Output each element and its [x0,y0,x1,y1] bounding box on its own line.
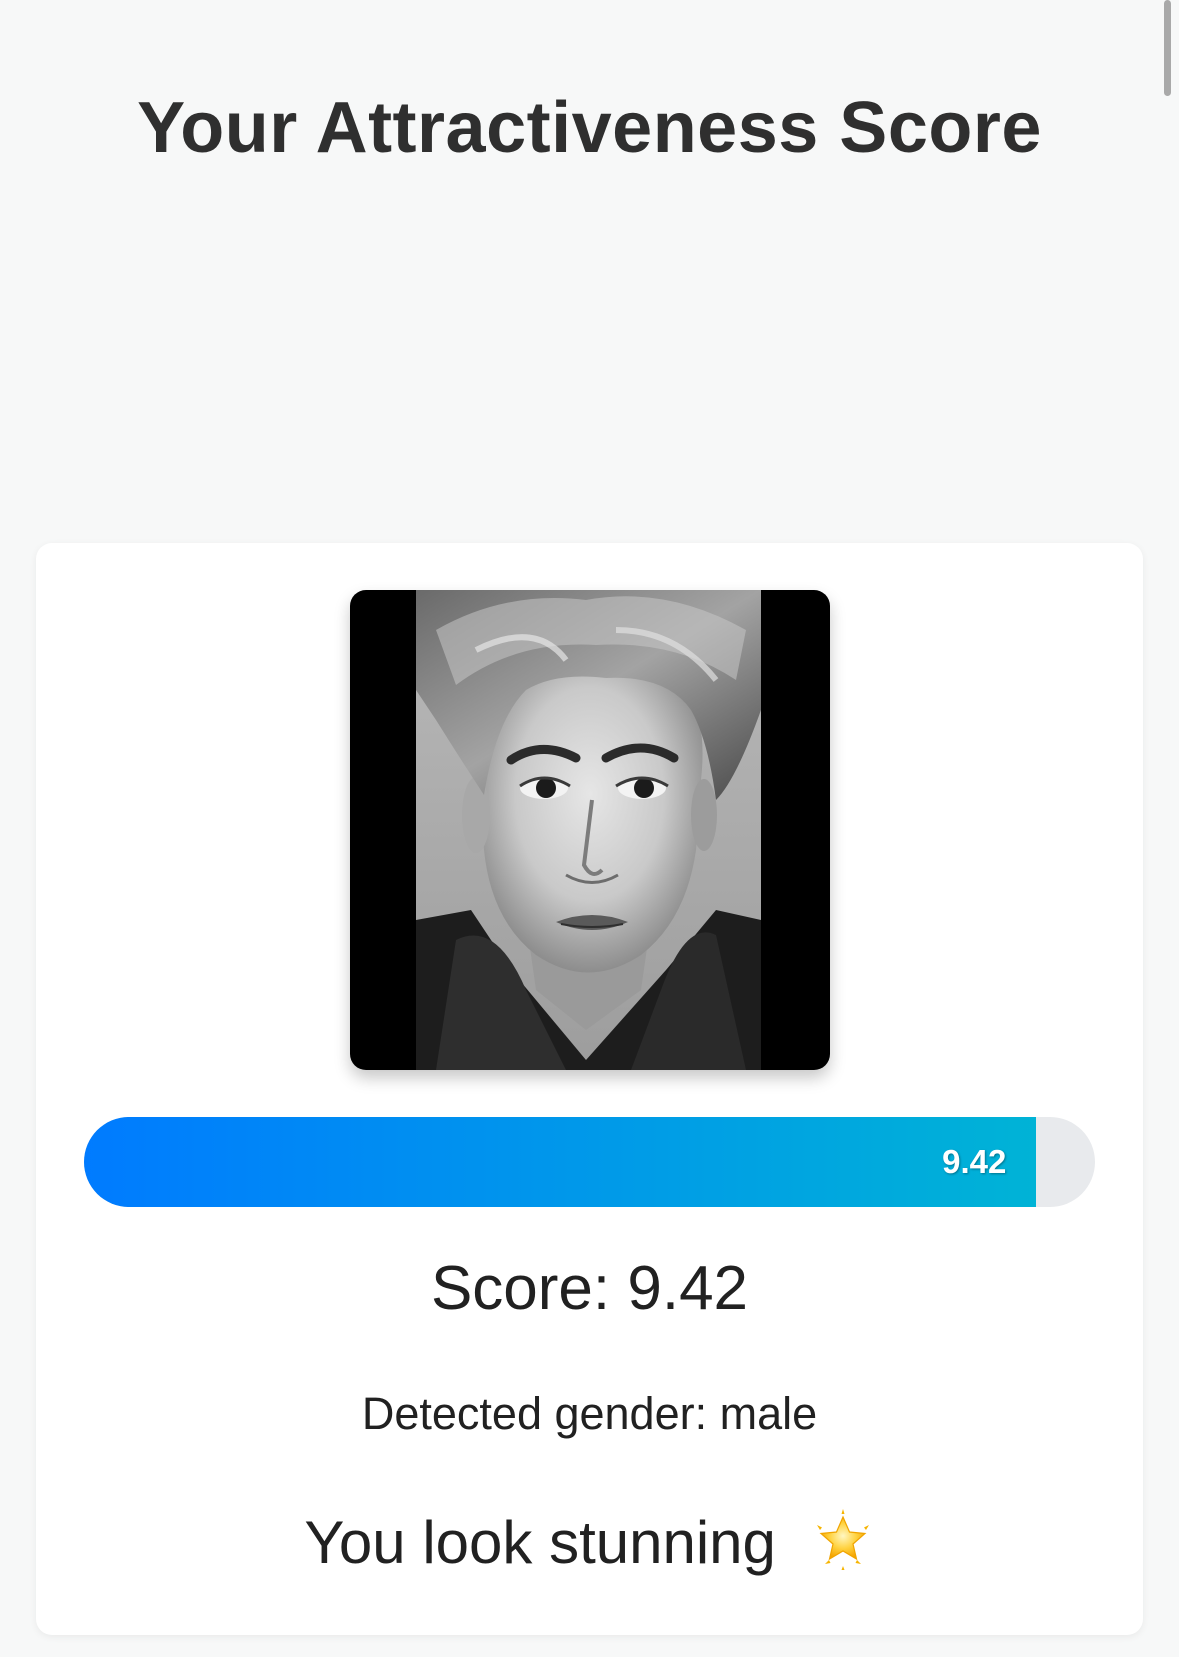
detected-gender-text: Detected gender: male [361,1388,818,1439]
face-photo-image [416,590,761,1070]
score-text: Score: 9.42 [430,1254,749,1323]
result-card: 9.42 Score: 9.42 Detected gender: male Y… [36,543,1143,1635]
face-photo [350,590,830,1070]
score-progress-fill: 9.42 [84,1117,1037,1207]
result-message: You look stunning [36,1505,1143,1581]
score-progress-label: 9.42 [942,1143,1007,1180]
page-title: Your Attractiveness Score [137,88,1042,169]
scrollbar[interactable] [1164,0,1171,96]
result-message-text: You look stunning [304,1509,776,1576]
glowing-star-icon [816,1509,869,1570]
score-progress-bar: 9.42 [84,1117,1095,1207]
